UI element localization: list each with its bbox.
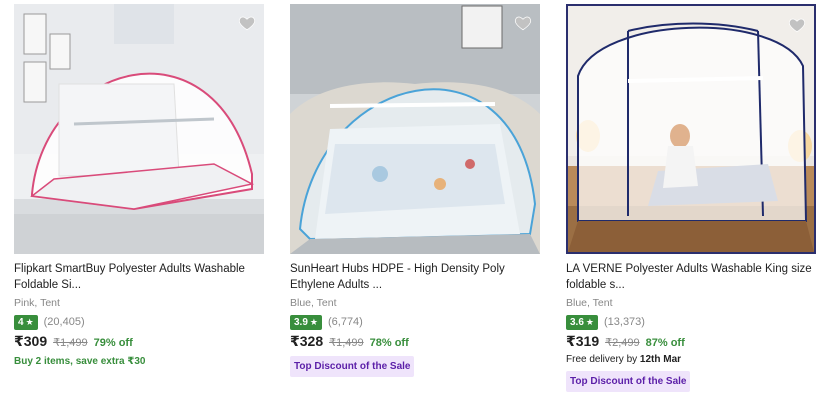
- rating-row: 3.6 ★ (13,373): [566, 314, 816, 330]
- discount-percent: 79% off: [93, 337, 133, 349]
- rating-row: 4 ★ (20,405): [14, 314, 264, 330]
- selling-price: ₹309: [14, 333, 48, 349]
- product-variant: Blue, Tent: [566, 297, 613, 309]
- product-title[interactable]: Flipkart SmartBuy Polyester Adults Washa…: [14, 261, 260, 293]
- star-icon: ★: [25, 316, 34, 327]
- wishlist-heart-icon[interactable]: [238, 14, 256, 32]
- delivery-info: Free delivery by 12th Mar: [566, 354, 816, 365]
- original-price: ₹2,499: [605, 337, 640, 349]
- price-row: ₹328 ₹1,499 78% off: [290, 333, 540, 350]
- star-icon: ★: [585, 316, 594, 327]
- product-card[interactable]: LA VERNE Polyester Adults Washable King …: [566, 4, 816, 392]
- star-icon: ★: [309, 316, 318, 327]
- rating-badge: 3.6 ★: [566, 314, 598, 330]
- pink-mosquito-net-tent-image: [14, 4, 264, 254]
- rating-value: 3.6: [570, 316, 584, 328]
- rating-count: (20,405): [43, 316, 85, 328]
- delivery-prefix: Free delivery by: [566, 354, 640, 365]
- product-image[interactable]: [14, 4, 264, 254]
- rating-badge: 4 ★: [14, 314, 38, 330]
- blue-mosquito-net-tent-image: [290, 4, 540, 254]
- rating-value: 4: [18, 316, 24, 328]
- product-title[interactable]: SunHeart Hubs HDPE - High Density Poly E…: [290, 261, 536, 293]
- product-title[interactable]: LA VERNE Polyester Adults Washable King …: [566, 261, 812, 293]
- discount-percent: 87% off: [645, 337, 685, 349]
- rating-count: (6,774): [327, 316, 363, 328]
- sale-tag: Top Discount of the Sale: [566, 371, 691, 392]
- product-image[interactable]: [290, 4, 540, 254]
- original-price: ₹1,499: [329, 337, 364, 349]
- sale-tag: Top Discount of the Sale: [290, 356, 415, 377]
- product-card[interactable]: SunHeart Hubs HDPE - High Density Poly E…: [290, 4, 540, 377]
- product-image[interactable]: [566, 4, 816, 254]
- selling-price: ₹328: [290, 333, 324, 349]
- rating-value: 3.9: [294, 316, 308, 328]
- price-row: ₹309 ₹1,499 79% off: [14, 333, 264, 350]
- product-variant: Pink, Tent: [14, 297, 60, 309]
- wishlist-heart-icon[interactable]: [788, 16, 806, 34]
- wishlist-heart-icon[interactable]: [514, 14, 532, 32]
- rating-count: (13,373): [603, 316, 645, 328]
- discount-percent: 78% off: [369, 337, 409, 349]
- selling-price: ₹319: [566, 333, 600, 349]
- original-price: ₹1,499: [53, 337, 88, 349]
- price-row: ₹319 ₹2,499 87% off: [566, 333, 816, 350]
- rating-row: 3.9 ★ (6,774): [290, 314, 540, 330]
- bundle-offer: Buy 2 items, save extra ₹30: [14, 356, 146, 367]
- delivery-date: 12th Mar: [639, 354, 682, 365]
- product-variant: Blue, Tent: [290, 297, 337, 309]
- navy-mosquito-net-tent-image: [568, 6, 814, 252]
- product-card[interactable]: Flipkart SmartBuy Polyester Adults Washa…: [14, 4, 264, 367]
- rating-badge: 3.9 ★: [290, 314, 322, 330]
